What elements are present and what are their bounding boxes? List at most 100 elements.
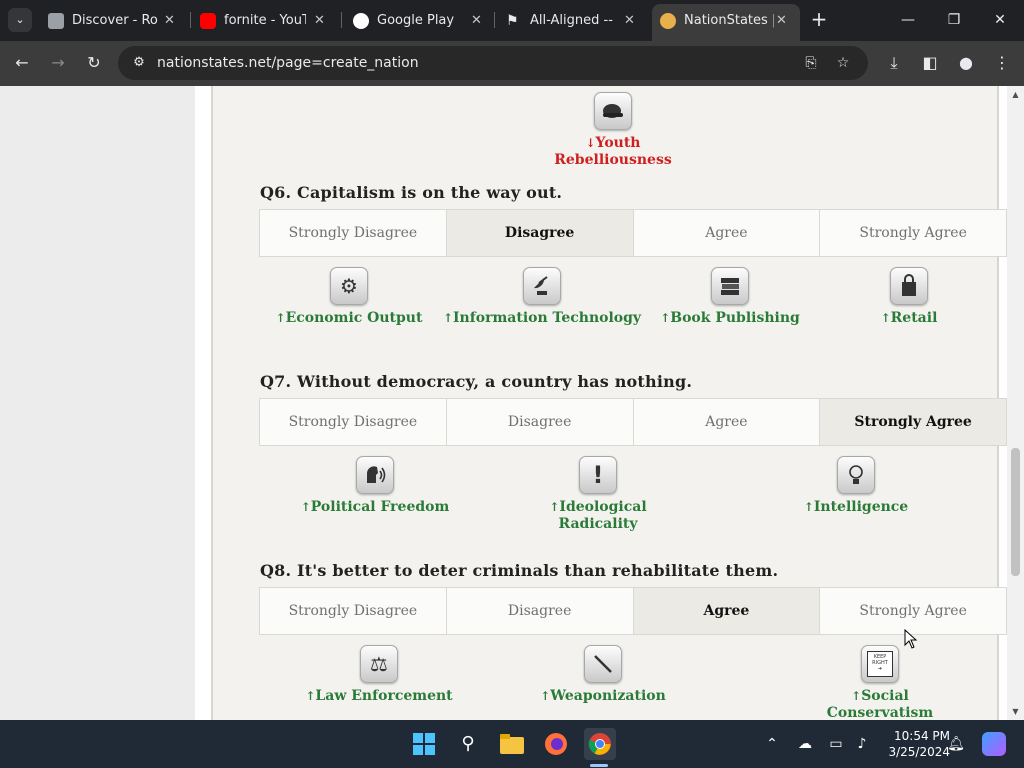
satellite-dish-icon: [523, 267, 561, 305]
file-explorer-icon[interactable]: [496, 728, 528, 760]
back-arrow-icon[interactable]: ←: [8, 49, 36, 77]
effect-label: ↑Retail: [880, 310, 938, 326]
browser-toolbar: ← → ↻ ⚙ nationstates.net/page=create_nat…: [0, 41, 1024, 86]
q7-option-disagree[interactable]: Disagree: [447, 399, 634, 445]
tab-title: fornite - YouTu: [224, 13, 306, 28]
exclamation-icon: !: [579, 456, 617, 494]
scroll-down-arrow-icon[interactable]: ▼: [1007, 703, 1024, 720]
side-panel-icon[interactable]: ◧: [916, 49, 944, 77]
youtube-icon: [200, 13, 216, 29]
address-bar[interactable]: ⚙ nationstates.net/page=create_nation ⎘ …: [118, 46, 868, 80]
menu-dots-icon[interactable]: ⋮: [988, 49, 1016, 77]
keep-right-sign-icon: KEEP RIGHT ➔: [861, 645, 899, 683]
left-margin: [0, 86, 195, 720]
start-windows-icon[interactable]: [408, 728, 440, 760]
q8-option-strongly-agree[interactable]: Strongly Agree: [820, 588, 1006, 634]
install-app-icon[interactable]: ⎘: [800, 54, 822, 72]
active-app-indicator: [590, 764, 608, 767]
forward-arrow-icon[interactable]: →: [44, 49, 72, 77]
lightbulb-icon: [837, 456, 875, 494]
q7-option-agree[interactable]: Agree: [634, 399, 821, 445]
gear-icon: ⚙: [330, 267, 368, 305]
network-icon[interactable]: ▭: [826, 734, 846, 754]
close-tab-icon[interactable]: ✕: [164, 6, 175, 35]
q7-option-strongly-agree[interactable]: Strongly Agree: [820, 399, 1006, 445]
q7-options: Strongly Disagree Disagree Agree Strongl…: [259, 398, 1007, 446]
volume-muted-icon[interactable]: ♪: [852, 734, 872, 754]
mouse-cursor-icon: [904, 629, 918, 649]
close-tab-icon[interactable]: ✕: [624, 6, 635, 35]
q6-option-disagree[interactable]: Disagree: [446, 210, 634, 256]
q6-option-agree[interactable]: Agree: [634, 210, 821, 256]
bookmark-star-icon[interactable]: ☆: [832, 54, 854, 72]
chrome-icon[interactable]: [584, 728, 616, 760]
effect-book-publishing: ↑Book Publishing: [650, 267, 810, 327]
site-settings-icon[interactable]: ⚙: [130, 54, 148, 72]
effect-retail: ↑Retail: [829, 267, 989, 327]
reload-icon[interactable]: ↻: [80, 49, 108, 77]
q8-option-strongly-disagree[interactable]: Strongly Disagree: [260, 588, 447, 634]
tab-youtube[interactable]: fornite - YouTu ✕: [200, 6, 332, 35]
clock-time: 10:54 PM: [894, 729, 950, 743]
close-window-icon[interactable]: ✕: [982, 6, 1018, 34]
minimize-icon[interactable]: —: [890, 6, 926, 34]
google-icon: [353, 13, 369, 29]
effect-label: ↓Youth Rebelliousness: [554, 135, 672, 168]
effect-label: ↑Intelligence: [803, 499, 909, 515]
effect-label: ↑Social Conservatism: [826, 688, 934, 720]
nationstates-icon: [660, 13, 676, 29]
scroll-up-arrow-icon[interactable]: ▲: [1007, 86, 1024, 103]
tab-search-dropdown-icon[interactable]: ⌄: [8, 8, 32, 32]
page-viewport: ↓Youth Rebelliousness Q6. Capitalism is …: [0, 86, 1024, 720]
clock[interactable]: 10:54 PM 3/25/2024: [880, 728, 950, 760]
new-tab-button[interactable]: +: [808, 8, 830, 32]
q8-option-agree[interactable]: Agree: [633, 588, 821, 634]
copilot-icon[interactable]: [982, 732, 1006, 756]
effect-youth-rebelliousness: ↓Youth Rebelliousness: [538, 92, 688, 169]
windows-taskbar: ⚲ ⌃ ☁ ▭ ♪ 10:54 PM 3/25/2024 🔔︎: [0, 720, 1024, 768]
tab-nationstates[interactable]: NationStates | ✕: [652, 4, 800, 41]
questionnaire-panel: ↓Youth Rebelliousness Q6. Capitalism is …: [211, 86, 1007, 720]
profile-icon[interactable]: ●: [952, 49, 980, 77]
close-tab-icon[interactable]: ✕: [314, 6, 325, 35]
q8-option-disagree[interactable]: Disagree: [447, 588, 634, 634]
question-q8: Q8. It's better to deter criminals than …: [260, 561, 779, 580]
roblox-icon: [48, 13, 64, 29]
effect-intelligence: ↑Intelligence: [776, 456, 936, 516]
q7-option-strongly-disagree[interactable]: Strongly Disagree: [260, 399, 447, 445]
search-icon[interactable]: ⚲: [452, 728, 484, 760]
clock-date: 3/25/2024: [888, 745, 950, 759]
question-q6: Q6. Capitalism is on the way out.: [260, 183, 563, 202]
close-tab-icon[interactable]: ✕: [471, 6, 482, 35]
scales-icon: ⚖: [360, 645, 398, 683]
chevron-up-icon[interactable]: ⌃: [762, 734, 782, 754]
firefox-icon[interactable]: [540, 728, 572, 760]
tab-google-play[interactable]: Google Play ✕: [353, 6, 485, 35]
download-icon[interactable]: ⤓: [880, 49, 908, 77]
cap-icon: [594, 92, 632, 130]
books-icon: [711, 267, 749, 305]
q6-option-strongly-disagree[interactable]: Strongly Disagree: [260, 210, 447, 256]
q6-option-strongly-agree[interactable]: Strongly Agree: [820, 210, 1006, 256]
speaking-head-icon: [356, 456, 394, 494]
notification-bell-icon[interactable]: 🔔︎: [946, 734, 966, 754]
tab-title: NationStates |: [684, 13, 774, 28]
page-scrollbar[interactable]: ▲ ▼: [1007, 86, 1024, 720]
effect-political-freedom: ↑Political Freedom: [295, 456, 455, 516]
close-tab-icon[interactable]: ✕: [776, 4, 787, 37]
page-content: ↓Youth Rebelliousness Q6. Capitalism is …: [195, 86, 1007, 720]
tab-separator: [494, 12, 495, 28]
effect-ideological-radicality: ! ↑Ideological Radicality: [518, 456, 678, 533]
scrollbar-thumb[interactable]: [1011, 448, 1020, 576]
effect-law-enforcement: ⚖ ↑Law Enforcement: [299, 645, 459, 705]
tab-discover[interactable]: Discover - Rob ✕: [48, 6, 180, 35]
tab-title: Discover - Rob: [72, 13, 158, 28]
browser-tab-strip: ⌄ Discover - Rob ✕ fornite - YouTu ✕ Goo…: [0, 0, 1024, 41]
effect-label: ↑Weaponization: [540, 688, 666, 704]
effect-label: ↑Information Technology: [442, 310, 642, 326]
restore-icon[interactable]: ❐: [936, 6, 972, 34]
cloud-icon[interactable]: ☁: [795, 734, 815, 754]
tab-all-aligned[interactable]: ⚑ All-Aligned -- | ✕: [506, 6, 638, 35]
sword-icon: [584, 645, 622, 683]
url-text[interactable]: nationstates.net/page=create_nation: [157, 46, 419, 80]
